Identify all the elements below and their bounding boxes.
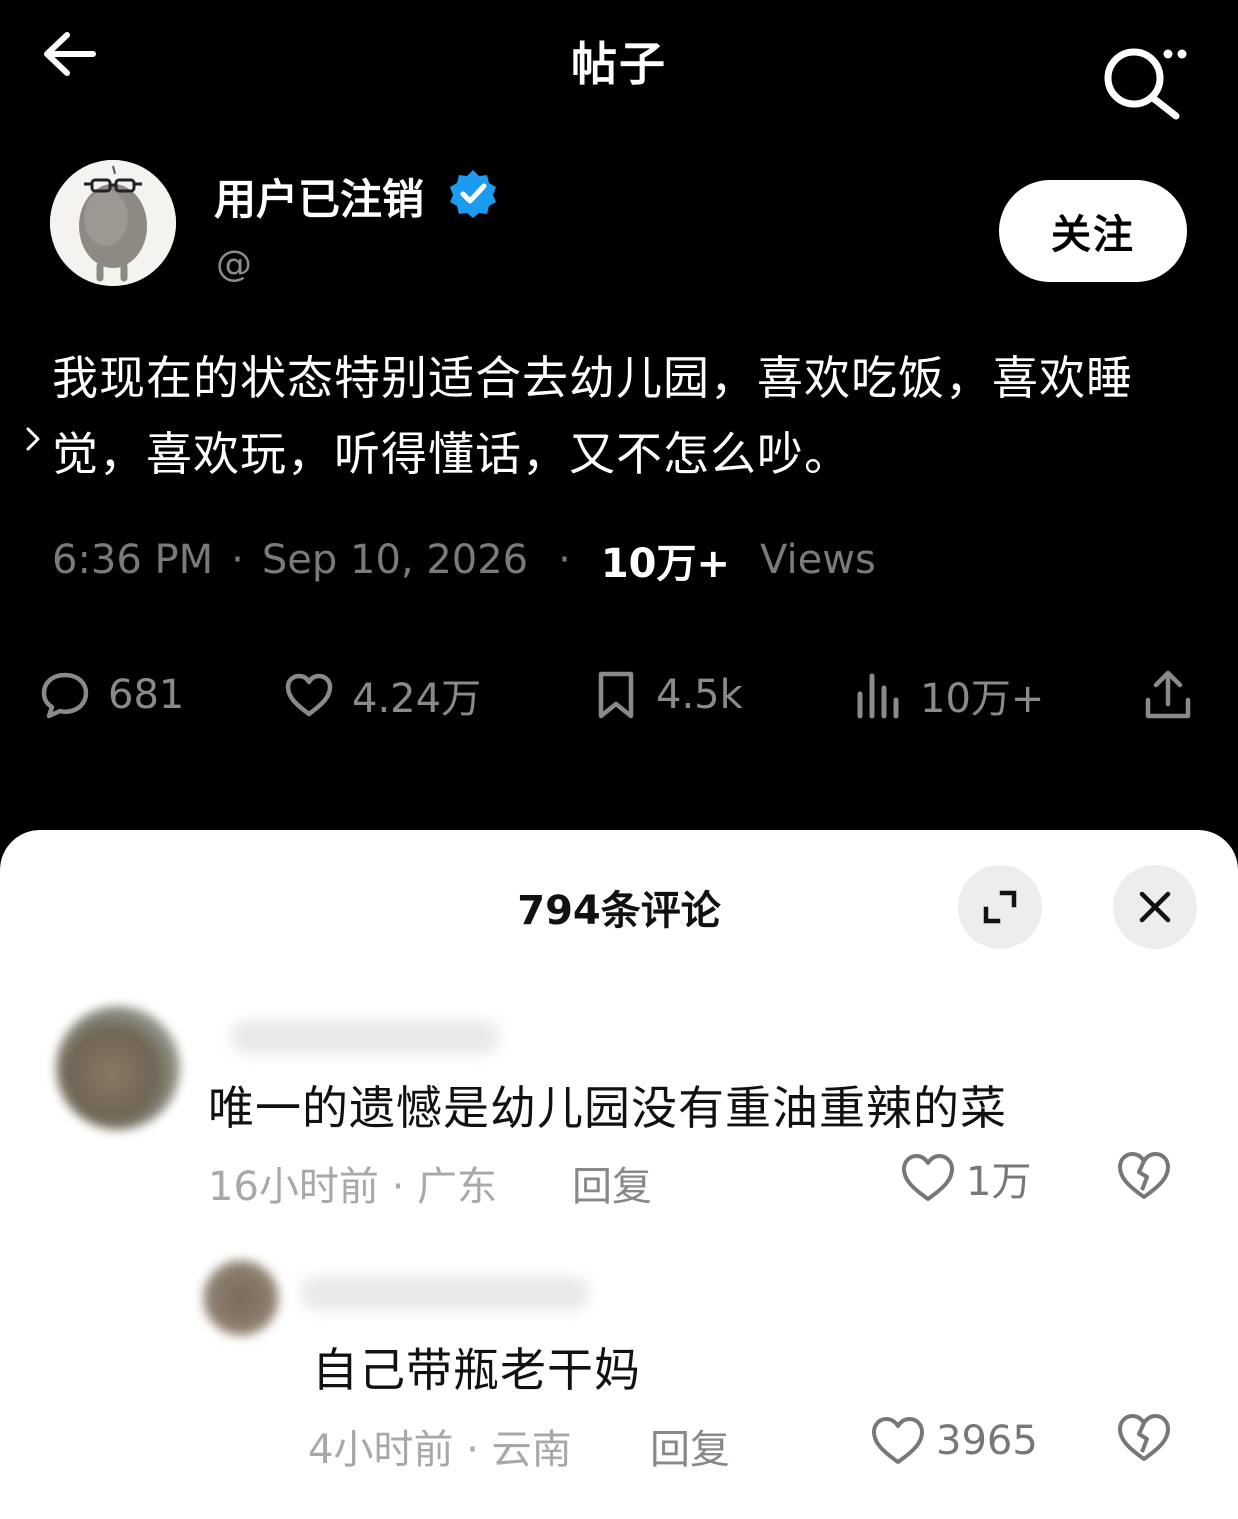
follow-button[interactable]: 关注	[999, 180, 1187, 282]
comments-sheet: 794条评论 唯一的遗憾是幼儿园没有重油重辣的菜 16小时前 · 广东 回复 1…	[0, 830, 1238, 1519]
bar-chart-icon	[857, 673, 899, 719]
author-name[interactable]: 用户已注销	[214, 166, 424, 227]
comment-count: 681	[108, 672, 185, 718]
commenter-avatar[interactable]	[56, 1006, 180, 1130]
chevron-right-icon[interactable]	[22, 424, 44, 454]
comment-icon	[41, 672, 89, 719]
broken-heart-icon	[1118, 1414, 1170, 1461]
comment-meta: 16小时前 · 广东	[208, 1164, 498, 1210]
close-button[interactable]	[1113, 865, 1197, 949]
views-button[interactable]: 10万+	[854, 660, 1044, 730]
commenter-avatar[interactable]	[203, 1260, 279, 1336]
comment-like-button[interactable]: 1万	[900, 1148, 1031, 1208]
verified-badge-icon	[448, 168, 498, 218]
commenter-name-blurred	[230, 1020, 500, 1054]
heart-icon	[285, 673, 333, 717]
reply-button[interactable]: 回复	[572, 1154, 652, 1212]
top-bar: 帖子	[0, 0, 1238, 120]
views-count[interactable]: 10万+	[601, 531, 730, 589]
comment-text: 自己带瓶老干妈	[312, 1343, 641, 1397]
comment-like-count: 3965	[936, 1418, 1038, 1464]
bookmark-icon	[598, 671, 634, 719]
engagement-bar: 681 4.24万 4.5k 10万+	[0, 660, 1238, 730]
share-icon	[1145, 670, 1191, 719]
comment-dislike-button[interactable]	[1116, 1150, 1176, 1210]
views-label: Views	[760, 537, 876, 583]
comment-like-count: 1万	[966, 1159, 1032, 1205]
comment-like-button[interactable]: 3965	[870, 1411, 1038, 1471]
views-stat-count: 10万+	[920, 676, 1045, 722]
post-text: 我现在的状态特别适合去幼儿园，喜欢吃饭，喜欢睡觉，喜欢玩，听得懂话，又不怎么吵。	[52, 351, 1133, 481]
comment-button[interactable]: 681	[40, 660, 184, 730]
post-time: 6:36 PM	[52, 537, 214, 583]
post-date: Sep 10, 2026	[261, 537, 529, 583]
comment-text: 唯一的遗憾是幼儿园没有重油重辣的菜	[208, 1081, 1007, 1135]
reply-button[interactable]: 回复	[650, 1417, 730, 1475]
like-count: 4.24万	[352, 676, 482, 722]
egg-character-icon	[50, 160, 176, 286]
commenter-name-blurred	[300, 1276, 590, 1310]
close-icon	[1139, 891, 1171, 923]
author-avatar[interactable]	[50, 160, 176, 286]
expand-icon	[983, 890, 1017, 924]
post-meta: 6:36 PM · Sep 10, 2026 · 10万+ Views	[52, 530, 876, 590]
author-handle: @	[216, 244, 252, 285]
expand-button[interactable]	[958, 865, 1042, 949]
search-icon	[1104, 48, 1187, 120]
page-title: 帖子	[571, 37, 667, 91]
share-button[interactable]	[1142, 660, 1212, 730]
search-button[interactable]	[1098, 38, 1190, 126]
heart-icon	[902, 1154, 954, 1201]
separator-dot: ·	[231, 537, 244, 583]
heart-icon	[872, 1417, 924, 1464]
broken-heart-icon	[1118, 1152, 1170, 1199]
comment-dislike-button[interactable]	[1116, 1412, 1176, 1472]
bookmark-count: 4.5k	[656, 672, 743, 718]
bookmark-button[interactable]: 4.5k	[594, 660, 743, 730]
like-button[interactable]: 4.24万	[284, 660, 481, 730]
comments-title: 794条评论	[517, 888, 721, 934]
comment-meta: 4小时前 · 云南	[308, 1427, 572, 1473]
separator-dot: ·	[558, 537, 571, 583]
